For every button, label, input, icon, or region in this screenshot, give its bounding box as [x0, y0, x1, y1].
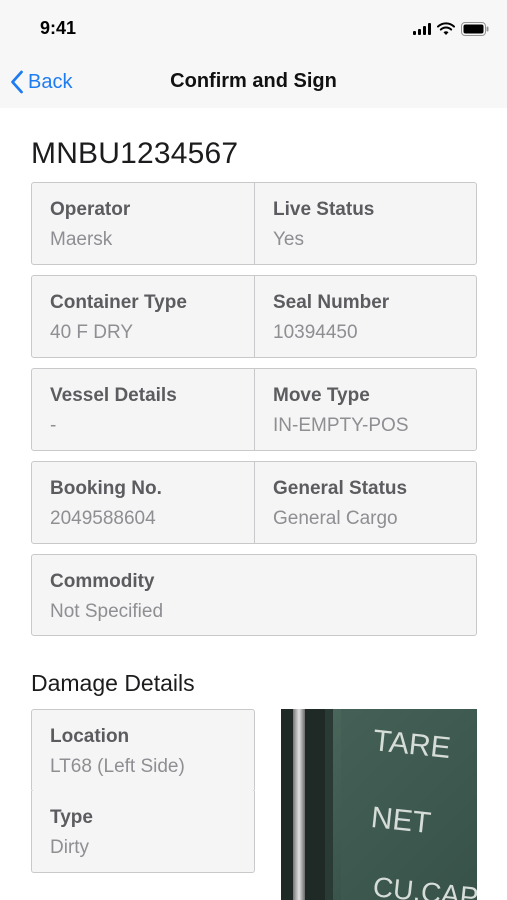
navigation-bar: Back Confirm and Sign — [0, 56, 507, 108]
field-booking-no: Booking No. 2049588604 — [32, 462, 254, 543]
field-label: Booking No. — [50, 478, 162, 499]
details-card-vessel: Vessel Details - Move Type IN-EMPTY-POS — [31, 368, 477, 451]
field-general-status: General Status General Cargo — [254, 462, 476, 543]
details-card-booking: Booking No. 2049588604 General Status Ge… — [31, 461, 477, 544]
field-vessel-details: Vessel Details - — [32, 369, 254, 450]
field-label: General Status — [273, 478, 408, 499]
field-label: Operator — [50, 199, 131, 220]
field-label: Vessel Details — [50, 385, 177, 406]
field-label: Commodity — [50, 571, 155, 592]
damage-details-heading: Damage Details — [31, 670, 195, 696]
field-move-type: Move Type IN-EMPTY-POS — [254, 369, 476, 450]
damage-photo[interactable]: TARE NET CU.CAP — [281, 709, 477, 900]
details-card-commodity: Commodity Not Specified — [31, 554, 477, 636]
battery-icon — [461, 22, 489, 36]
status-bar: 9:41 — [0, 0, 507, 56]
field-value: IN-EMPTY-POS — [273, 415, 409, 436]
field-label: Type — [50, 807, 93, 828]
field-operator: Operator Maersk — [32, 183, 254, 264]
status-icons — [413, 20, 489, 38]
damage-type-card: Type Dirty — [31, 791, 255, 873]
field-value: Dirty — [50, 837, 90, 858]
container-number: MNBU1234567 — [31, 137, 239, 170]
status-time: 9:41 — [40, 18, 77, 38]
field-value: 2049588604 — [50, 508, 156, 529]
field-value: Yes — [273, 229, 304, 250]
field-value: General Cargo — [273, 508, 398, 529]
page-title: Confirm and Sign — [170, 70, 337, 92]
field-live-status: Live Status Yes — [254, 183, 476, 264]
field-value: Not Specified — [50, 601, 164, 622]
wifi-icon — [437, 22, 455, 35]
field-value: LT68 (Left Side) — [50, 756, 185, 777]
cellular-signal-icon — [413, 23, 431, 35]
field-label: Container Type — [50, 292, 187, 313]
field-commodity: Commodity Not Specified — [32, 555, 476, 635]
field-seal-number: Seal Number 10394450 — [254, 276, 476, 357]
field-value: 10394450 — [273, 322, 358, 343]
field-value: Maersk — [50, 229, 113, 250]
damage-location-card: Location LT68 (Left Side) — [31, 709, 255, 792]
field-label: Move Type — [273, 385, 370, 406]
field-value: 40 F DRY — [50, 322, 134, 343]
field-container-type: Container Type 40 F DRY — [32, 276, 254, 357]
field-label: Seal Number — [273, 292, 390, 313]
photo-text-line: NET — [369, 801, 432, 840]
field-value: - — [50, 415, 57, 436]
damage-photo-image: TARE NET CU.CAP — [281, 709, 477, 900]
field-label: Location — [50, 726, 130, 747]
details-card-operator: Operator Maersk Live Status Yes — [31, 182, 477, 265]
details-card-container-type: Container Type 40 F DRY Seal Number 1039… — [31, 275, 477, 358]
field-label: Live Status — [273, 199, 375, 220]
